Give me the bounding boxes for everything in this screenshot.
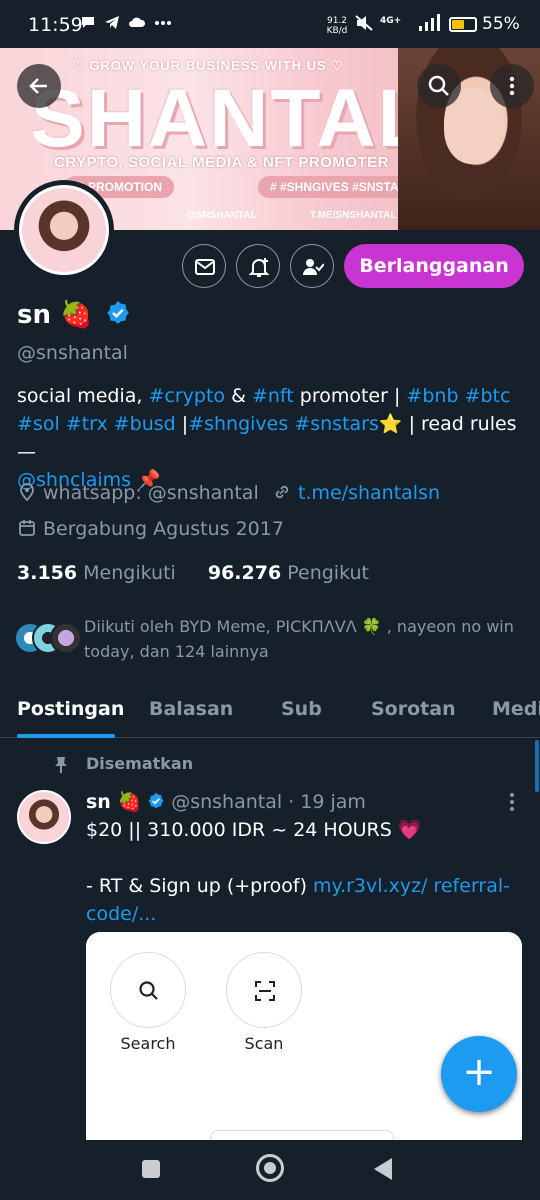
profile-bio: social media, #crypto & #nft promoter | … [17,385,517,491]
hashtag-link[interactable]: #trx [66,413,108,435]
back-button[interactable] [17,64,61,108]
sheet-search-label: Search [120,1034,176,1053]
more-vertical-icon [509,76,515,96]
compose-fab[interactable]: + [441,1036,517,1112]
banner-social-x: @SNSHANTAL [186,210,257,221]
banner-social-telegram: T.ME/SNSHANTAL [310,210,397,221]
post-avatar[interactable] [17,790,71,844]
system-nav-bar [0,1140,540,1200]
battery-icon [449,17,477,32]
envelope-icon [195,259,215,275]
sheet-search-button[interactable] [110,952,186,1028]
profile-website[interactable]: t.me/shantalsn [272,482,440,504]
telegram-icon [104,14,120,34]
active-tab-indicator [17,734,115,738]
arrow-left-icon [29,78,47,94]
followers-stat[interactable]: 96.276 Pengikut [208,562,369,584]
status-bar: 11:59 91.2 KB/d 4G+ 55% [0,0,540,48]
pin-icon [55,757,67,773]
network-type: 4G+ [380,16,402,26]
sheet-scan-button[interactable] [226,952,302,1028]
avatar-image [19,185,109,275]
follower-avatar [50,622,82,654]
quick-actions-sheet: Search Scan [86,932,522,1144]
net-speed: 91.2 KB/d [326,16,348,36]
banner-subtitle: CRYPTO, SOCIAL MEDIA & NFT PROMOTER [54,154,390,171]
tab-highlights[interactable]: Sorotan [371,698,456,720]
verified-badge-icon [148,792,164,809]
home-button[interactable] [256,1154,284,1182]
profile-location: whatsapp: @snshantal [17,482,259,504]
calendar-icon [19,520,35,536]
user-check-icon [303,259,324,275]
post-text[interactable]: $20 || 310.000 IDR ~ 24 HOURS 💗 - RT & S… [86,816,526,928]
hashtag-link[interactable]: #crypto [148,385,225,407]
location-pin-icon [20,483,34,502]
verified-badge-icon [107,301,130,324]
search-icon [428,75,449,96]
sheet-scan-label: Scan [244,1034,284,1053]
profile-joined: Bergabung Agustus 2017 [17,518,284,540]
hashtag-link[interactable]: #sol [17,413,60,435]
hashtag-link[interactable]: #shngives [188,413,288,435]
tab-subs[interactable]: Sub [281,698,322,720]
recents-button[interactable] [142,1160,160,1178]
more-dots-icon [154,14,172,34]
search-icon [139,981,158,1000]
more-button[interactable] [490,64,534,108]
signal-icon [418,14,442,36]
bell-plus-icon [248,258,270,277]
scrollbar[interactable] [535,740,539,792]
link-icon [275,485,289,499]
following-stat[interactable]: 3.156 Mengikuti [17,562,176,584]
banner-brand: SHANTAL [30,73,430,164]
following-button[interactable] [290,244,334,288]
profile-name: sn 🍓 [17,300,131,330]
search-button[interactable] [417,64,461,108]
hashtag-link[interactable]: #bnb [406,385,458,407]
message-button[interactable] [182,244,226,288]
notify-button[interactable] [236,244,280,288]
tab-media[interactable]: Medi [492,698,540,720]
hashtag-link[interactable]: #btc [465,385,511,407]
avatar[interactable] [14,180,114,280]
followed-by-text[interactable]: Diikuti oleh BYD Meme, PICKПΛVΛ 🍀 , naye… [84,614,524,664]
profile-tabs: Postingan Balasan Sub Sorotan Medi [0,688,540,738]
profile-handle: @snshantal [17,342,128,364]
post-more-icon[interactable] [509,792,515,812]
battery-percent: 55% [482,14,520,34]
tab-posts[interactable]: Postingan [17,698,124,720]
back-nav-button[interactable] [374,1158,392,1180]
profile-stats: 3.156 Mengikuti 96.276 Pengikut [17,562,369,584]
mute-icon [354,14,374,36]
hashtag-link[interactable]: #nft [252,385,294,407]
pinned-label: Disematkan [86,754,194,773]
chat-icon [80,14,96,34]
subscribe-button[interactable]: Berlangganan [344,244,524,288]
scan-icon [255,981,275,1001]
tab-replies[interactable]: Balasan [149,698,233,720]
hashtag-link[interactable]: #snstars [294,413,379,435]
post-header: sn 🍓 @snshantal · 19 jam [86,791,366,813]
cloud-icon [128,14,146,34]
status-time: 11:59 [28,14,83,36]
hashtag-link[interactable]: #busd [114,413,176,435]
